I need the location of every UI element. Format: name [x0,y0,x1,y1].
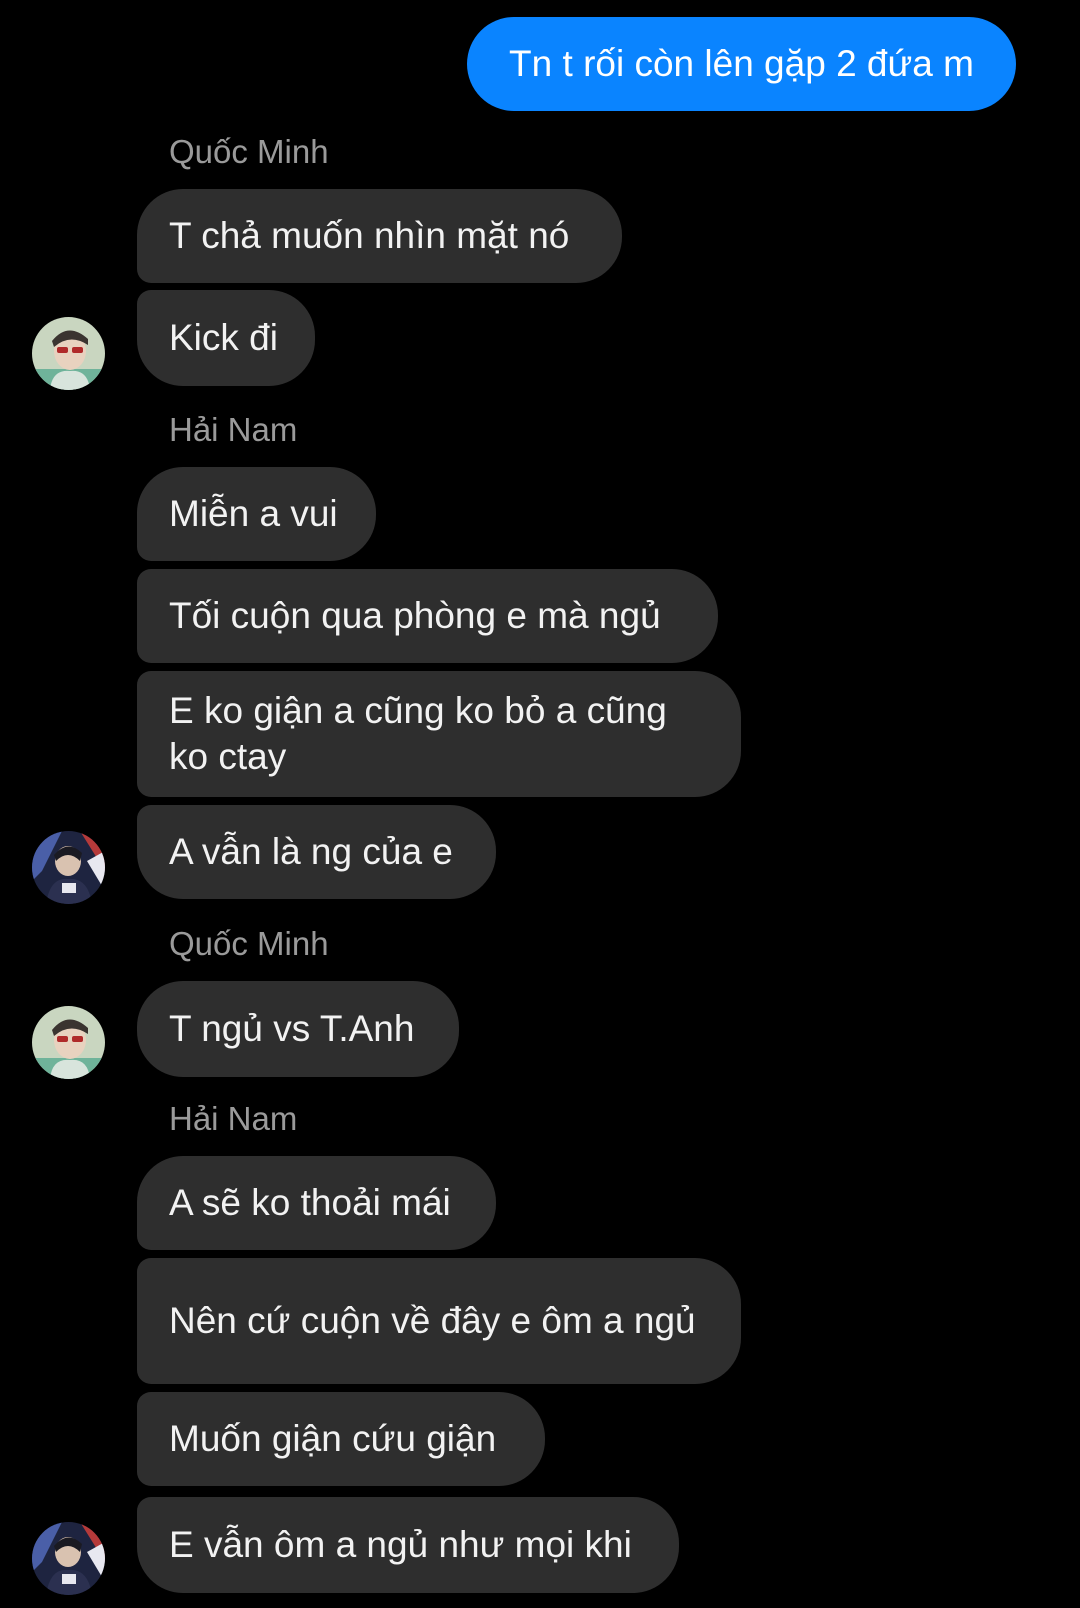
person-photo-icon [32,317,105,390]
avatar-hai-nam[interactable] [32,831,105,904]
sender-name: Quốc Minh [169,133,329,170]
incoming-message[interactable]: Muốn giận cứu giận [137,1392,545,1486]
person-photo-icon [32,1522,105,1595]
incoming-message[interactable]: E vẫn ôm a ngủ như mọi khi [137,1497,679,1593]
incoming-message[interactable]: Miễn a vui [137,467,376,561]
sender-name: Hải Nam [169,1100,298,1137]
chat-thread: Tn t rối còn lên gặp 2 đứa m Quốc Minh T… [0,0,1080,1608]
avatar-hai-nam[interactable] [32,1522,105,1595]
incoming-message[interactable]: T chả muốn nhìn mặt nó [137,189,622,283]
avatar-quoc-minh[interactable] [32,317,105,390]
incoming-message[interactable]: T ngủ vs T.Anh [137,981,459,1077]
incoming-message[interactable]: Kick đi [137,290,315,386]
person-photo-icon [32,831,105,904]
incoming-message[interactable]: A vẫn là ng của e [137,805,496,899]
incoming-message[interactable]: Tối cuộn qua phòng e mà ngủ [137,569,718,663]
person-photo-icon [32,1006,105,1079]
sender-name: Hải Nam [169,411,298,448]
outgoing-message[interactable]: Tn t rối còn lên gặp 2 đứa m [467,17,1016,111]
avatar-quoc-minh[interactable] [32,1006,105,1079]
incoming-message[interactable]: E ko giận a cũng ko bỏ a cũng ko ctay [137,671,741,797]
incoming-message[interactable]: Nên cứ cuộn về đây e ôm a ngủ [137,1258,741,1384]
incoming-message[interactable]: A sẽ ko thoải mái [137,1156,496,1250]
sender-name: Quốc Minh [169,925,329,962]
